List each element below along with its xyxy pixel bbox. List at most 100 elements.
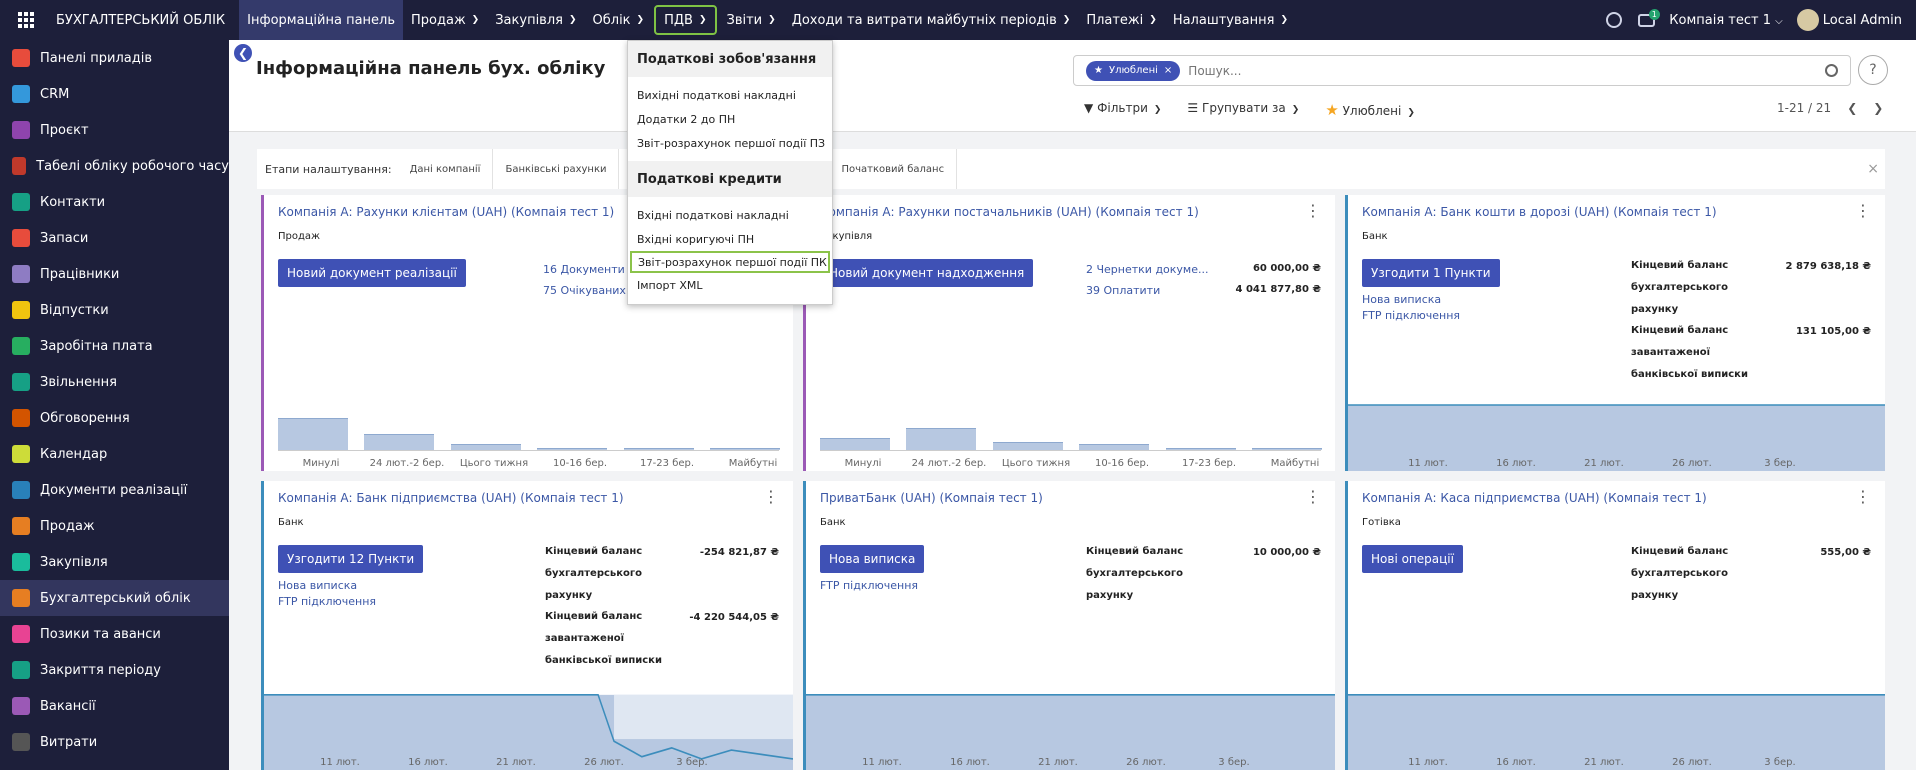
new-operations-button[interactable]: Нові операції <box>1362 545 1463 573</box>
sidebar-item[interactable]: Бухгалтерський облік <box>0 580 229 616</box>
ftp-link[interactable]: FTP підключення <box>1362 309 1460 322</box>
card-title[interactable]: Компанія А: Рахунки клієнтам (UAH) (Комп… <box>278 205 614 219</box>
new-invoice-button[interactable]: Новий документ реалізації <box>278 259 466 287</box>
sidebar-item[interactable]: Заробітна плата <box>0 328 229 364</box>
sidebar-item[interactable]: Працівники <box>0 256 229 292</box>
sidebar-item[interactable]: Відпустки <box>0 292 229 328</box>
pager-value[interactable]: 1-21 / 21 <box>1777 101 1831 115</box>
sidebar-item[interactable]: Закупівля <box>0 544 229 580</box>
menu-item-incoming-corrections[interactable]: Вхідні коригуючі ПН <box>628 227 832 251</box>
apps-menu-icon[interactable] <box>0 0 52 40</box>
app-icon <box>12 697 30 715</box>
sidebar-item[interactable]: Витрати <box>0 724 229 760</box>
app-icon <box>12 373 30 391</box>
user-menu[interactable]: Local Admin <box>1796 9 1902 31</box>
link-drafts[interactable]: 2 Чернетки докуме... <box>1086 263 1209 276</box>
sidebar-item[interactable]: Документи реалізації <box>0 472 229 508</box>
dropdown-section-tax-liabilities: Податкові зобов'язання <box>628 41 832 77</box>
menu-accounting[interactable]: Облік ❯ <box>585 0 653 40</box>
link-documents[interactable]: 16 Документи р <box>543 263 635 276</box>
card-title[interactable]: Компанія А: Рахунки постачальників (UAH)… <box>820 205 1199 219</box>
menu-settings[interactable]: Налаштування ❯ <box>1165 0 1296 40</box>
card-title[interactable]: Компанія А: Каса підприємства (UAH) (Ком… <box>1362 491 1707 505</box>
new-bill-button[interactable]: Новий документ надходження <box>820 259 1034 287</box>
new-statement-link[interactable]: Нова виписка <box>1362 293 1441 306</box>
prev-icon[interactable]: ❮ <box>1847 101 1857 115</box>
chat-icon[interactable]: 1 <box>1637 8 1660 29</box>
link-to-pay[interactable]: 39 Оплатити <box>1086 284 1160 297</box>
sidebar-item[interactable]: Продаж <box>0 508 229 544</box>
back-arrow-icon[interactable]: ❮ <box>234 44 252 62</box>
sidebar-item-label: Витрати <box>40 734 98 750</box>
sidebar-item[interactable]: Запаси <box>0 220 229 256</box>
sidebar-item[interactable]: Позики та аванси <box>0 616 229 652</box>
filter-icon: ▼ <box>1084 101 1094 115</box>
menu-dashboard[interactable]: Інформаційна панель <box>239 0 404 40</box>
sidebar-item[interactable]: Вакансії <box>0 688 229 724</box>
menu-item-appendix-2[interactable]: Додатки 2 до ПН <box>628 107 832 131</box>
sidebar-item[interactable]: Панелі приладів <box>0 40 229 76</box>
card-title[interactable]: Компанія А: Банк підприємства (UAH) (Ком… <box>278 491 624 505</box>
group-by-button[interactable]: ☰ Групувати за ❯ <box>1187 101 1299 119</box>
bar-chart <box>278 391 780 451</box>
next-icon[interactable]: ❯ <box>1873 101 1883 115</box>
line-label: 16 лют. <box>950 757 990 768</box>
ftp-link[interactable]: FTP підключення <box>278 595 376 608</box>
close-icon[interactable]: × <box>1867 161 1879 177</box>
menu-item-outgoing-tax-invoices[interactable]: Вихідні податкові накладні <box>628 83 832 107</box>
sidebar-item-label: Календар <box>40 446 108 462</box>
company-switcher[interactable]: Компаія тест 1 ⌵ <box>1669 13 1782 28</box>
bar-label: 10-16 бер. <box>552 458 608 469</box>
sidebar-item[interactable]: Проєкт <box>0 112 229 148</box>
setup-step-bank[interactable]: Банківські рахунки <box>493 149 620 189</box>
clock-icon[interactable] <box>1605 11 1623 29</box>
menu-item-incoming-tax-invoices[interactable]: Вхідні податкові накладні <box>628 203 832 227</box>
search-icon[interactable] <box>1825 64 1838 77</box>
sidebar-item[interactable]: Табелі обліку робочого часу <box>0 148 229 184</box>
menu-item-first-event-report-pz[interactable]: Звіт-розрахунок першої події ПЗ <box>628 131 832 155</box>
menu-sales[interactable]: Продаж ❯ <box>403 0 487 40</box>
kebab-icon[interactable]: ⋮ <box>1855 201 1871 220</box>
search-input[interactable] <box>1188 63 1825 78</box>
sidebar-item[interactable]: CRM <box>0 76 229 112</box>
reconcile-button[interactable]: Узгодити 1 Пункти <box>1362 259 1500 287</box>
close-icon[interactable]: × <box>1164 65 1172 76</box>
line-label: 11 лют. <box>320 757 360 768</box>
favorites-button[interactable]: ★ Улюблені ❯ <box>1325 101 1415 119</box>
sidebar-item[interactable]: Обговорення <box>0 400 229 436</box>
setup-step-company[interactable]: Дані компанії <box>398 149 494 189</box>
sidebar-item[interactable]: Звільнення <box>0 364 229 400</box>
balance-label: Кінцевий баланс бухгалтерського рахунку <box>545 546 643 601</box>
kebab-icon[interactable]: ⋮ <box>1305 487 1321 506</box>
help-button[interactable]: ? <box>1858 55 1888 85</box>
menu-vat[interactable]: ПДВ ❯ <box>654 5 717 35</box>
sidebar-item-label: Документи реалізації <box>40 482 188 498</box>
ftp-link[interactable]: FTP підключення <box>820 579 918 592</box>
kebab-icon[interactable]: ⋮ <box>1305 201 1321 220</box>
new-statement-button[interactable]: Нова виписка <box>820 545 925 573</box>
menu-payments[interactable]: Платежі ❯ <box>1078 0 1165 40</box>
menu-reports[interactable]: Звіти ❯ <box>719 0 784 40</box>
menu-item-import-xml[interactable]: Імпорт XML <box>628 273 832 297</box>
sidebar-item[interactable]: Закриття періоду <box>0 652 229 688</box>
new-statement-link[interactable]: Нова виписка <box>278 579 357 592</box>
kebab-icon[interactable]: ⋮ <box>1855 487 1871 506</box>
favorites-facet[interactable]: ★ Улюблені × <box>1086 60 1181 81</box>
app-brand[interactable]: БУХГАЛТЕРСЬКИЙ ОБЛІК <box>52 13 239 28</box>
search-bar[interactable]: ★ Улюблені × <box>1073 55 1851 86</box>
menu-item-first-event-report-pk[interactable]: Звіт-розрахунок першої події ПК <box>630 251 830 273</box>
menu-deferred[interactable]: Доходи та витрати майбутніх періодів ❯ <box>784 0 1079 40</box>
chevron-down-icon: ❯ <box>636 15 645 25</box>
chevron-down-icon: ⌵ <box>1775 15 1783 27</box>
app-icon <box>12 121 30 139</box>
menu-purchases[interactable]: Закупівля ❯ <box>487 0 584 40</box>
setup-step-opening[interactable]: Початковий баланс <box>829 149 958 189</box>
reconcile-button[interactable]: Узгодити 12 Пункти <box>278 545 424 573</box>
card-title[interactable]: Компанія А: Банк кошти в дорозі (UAH) (К… <box>1362 205 1717 219</box>
kebab-icon[interactable]: ⋮ <box>763 487 779 506</box>
filters-button[interactable]: ▼ Фільтри ❯ <box>1084 101 1161 119</box>
sidebar-item[interactable]: Контакти <box>0 184 229 220</box>
app-icon <box>12 85 30 103</box>
card-title[interactable]: ПриватБанк (UAH) (Компаія тест 1) <box>820 491 1043 505</box>
sidebar-item[interactable]: Календар <box>0 436 229 472</box>
